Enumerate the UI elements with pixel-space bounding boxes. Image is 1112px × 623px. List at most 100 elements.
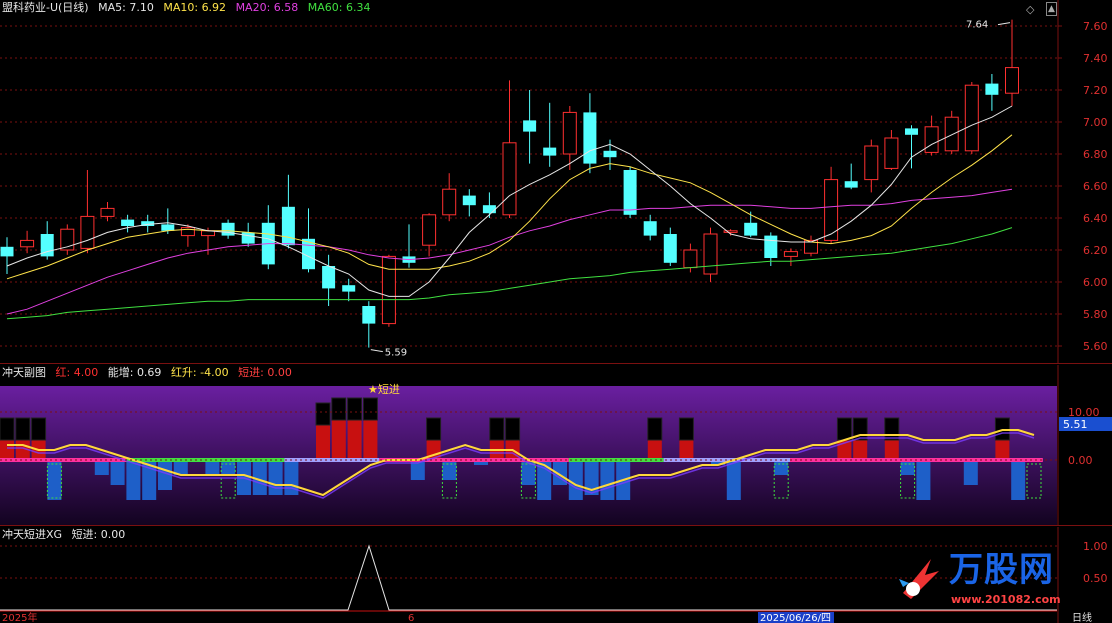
price-tick-label: 6.00 xyxy=(1083,276,1108,289)
blue-bar xyxy=(47,460,62,500)
rocket-icon xyxy=(895,553,943,601)
price-tick-label: 7.40 xyxy=(1083,52,1108,65)
candle-body xyxy=(0,246,14,257)
blue-bar xyxy=(1011,460,1026,500)
high-arrow xyxy=(997,22,1011,26)
candle-body xyxy=(20,239,35,248)
candle-body xyxy=(643,221,657,236)
red-bar xyxy=(853,440,868,460)
candle-body xyxy=(905,128,918,135)
sub1-tick-label: 0.00 xyxy=(1068,454,1093,467)
candle-body xyxy=(422,214,437,246)
price-tick-label: 7.20 xyxy=(1083,84,1108,97)
price-tick-label: 7.60 xyxy=(1083,20,1108,33)
candlestick-chart[interactable]: 7.60 7.40 7.20 7.00 6.80 6.60 6.40 6.20 6.00 5.80… xyxy=(0,0,1112,364)
candle-body xyxy=(764,235,778,258)
black-cap-bar xyxy=(315,402,331,426)
candle-body xyxy=(744,222,758,236)
low-arrow xyxy=(370,349,383,353)
candle-body xyxy=(884,137,899,169)
blue-bar xyxy=(600,460,615,500)
blue-bar xyxy=(110,460,125,485)
high-price-label: 7.64 xyxy=(966,20,988,31)
red-bar xyxy=(363,420,378,460)
candle-body xyxy=(603,150,617,158)
candle-body xyxy=(462,195,476,206)
candle-body xyxy=(944,116,959,152)
blue-bar xyxy=(568,460,583,500)
price-tick-label: 6.60 xyxy=(1083,180,1108,193)
indicator-chart[interactable]: ★短进10.000.005.51 xyxy=(0,365,1112,526)
price-tick-label: 6.40 xyxy=(1083,212,1108,225)
price-tick-label: 5.60 xyxy=(1083,340,1108,353)
red-bar xyxy=(884,440,899,460)
candle-body xyxy=(281,206,295,246)
date-label-month: 6 xyxy=(408,613,414,623)
red-bar xyxy=(0,440,14,460)
short-entry-marker: ★短进 xyxy=(368,382,400,396)
sub-chart-2-panel[interactable]: 冲天短进XG 短进: 0.00 1.00 0.50 2025年 6 2025/06/26… xyxy=(0,527,1112,623)
black-cap-bar xyxy=(426,417,442,441)
black-cap-bar xyxy=(362,397,378,421)
black-cap-bar xyxy=(31,417,47,441)
candle-body xyxy=(663,234,677,263)
ma60-line xyxy=(6,227,1013,320)
blue-bar xyxy=(126,460,141,500)
black-cap-bar xyxy=(347,397,363,421)
candle-body xyxy=(221,222,235,236)
blue-bar xyxy=(774,460,789,475)
candle-body xyxy=(844,181,858,188)
candle-body xyxy=(864,145,879,181)
candle-body xyxy=(683,249,698,269)
black-cap-bar xyxy=(505,417,521,441)
candle-body xyxy=(381,255,396,325)
candle-body xyxy=(723,230,738,233)
blue-bar xyxy=(963,460,978,485)
candle-body xyxy=(161,224,175,231)
candle-body xyxy=(583,112,597,164)
blue-bar xyxy=(726,460,741,500)
red-bar xyxy=(316,425,330,460)
main-chart-panel[interactable]: 盟科药业-U(日线) MA5: 7.10 MA10: 6.92 MA20: 6.… xyxy=(0,0,1112,364)
black-cap-bar xyxy=(647,417,663,441)
blue-bar xyxy=(900,460,915,475)
red-bar xyxy=(331,420,346,460)
date-label-year: 2025年 xyxy=(2,611,37,623)
candle-body xyxy=(783,251,798,257)
black-cap-bar xyxy=(884,417,900,441)
red-bar xyxy=(679,440,694,460)
candle-body xyxy=(502,142,517,216)
blue-bar xyxy=(442,460,457,480)
scrollbar-handle[interactable]: ▲ xyxy=(1046,2,1057,16)
candle-body xyxy=(924,126,939,153)
black-cap-bar xyxy=(678,417,694,441)
red-bar xyxy=(347,420,362,460)
black-cap-bar xyxy=(836,417,852,441)
candle-body xyxy=(80,215,95,249)
blue-bar xyxy=(94,460,109,475)
price-tick-label: 5.80 xyxy=(1083,308,1108,321)
current-value-text: 5.51 xyxy=(1063,418,1088,431)
candle-body xyxy=(121,219,135,226)
watermark-logo: 万股网 www.201082.com xyxy=(895,547,1095,617)
blue-bar xyxy=(205,460,220,475)
candle-body xyxy=(562,111,577,155)
price-tick-label: 6.80 xyxy=(1083,148,1108,161)
candle-body xyxy=(1005,67,1019,94)
diamond-icon[interactable]: ◇ xyxy=(1026,3,1034,16)
price-tick-label: 6.20 xyxy=(1083,244,1108,257)
date-cursor-text: 2025/06/26/四 xyxy=(760,613,831,623)
candle-body xyxy=(482,205,496,214)
candle-body xyxy=(241,232,255,244)
candle-body xyxy=(100,207,115,217)
sub-chart-1-panel[interactable]: 冲天副图 红: 4.00 能增: 0.69 红升: -4.00 短进: 0.00… xyxy=(0,365,1112,526)
red-bar xyxy=(995,440,1010,460)
candle-body xyxy=(362,306,376,324)
red-bar xyxy=(647,440,662,460)
black-cap-bar xyxy=(0,417,15,441)
candle-body xyxy=(703,233,718,275)
candle-body xyxy=(523,120,537,132)
candle-body xyxy=(964,84,979,152)
black-cap-bar xyxy=(489,417,505,441)
blue-bar xyxy=(221,460,236,475)
